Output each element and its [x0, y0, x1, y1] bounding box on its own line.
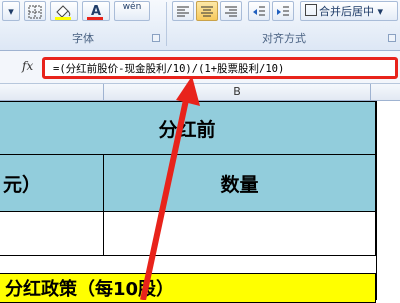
- fill-color-button[interactable]: [50, 1, 78, 21]
- formula-input[interactable]: =(分红前股价-现金股利/10)/(1+股票股利/10): [42, 57, 398, 79]
- align-right-icon: [225, 6, 237, 17]
- underline-dropdown-button[interactable]: ▾: [2, 1, 20, 21]
- alignment-dialog-launcher[interactable]: [388, 34, 396, 42]
- name-box-edge[interactable]: [4, 59, 16, 73]
- policy-merged-cell[interactable]: 分红政策（每10股）: [0, 273, 376, 303]
- align-left-button[interactable]: [172, 1, 194, 21]
- left-column-header-cell[interactable]: 元）: [0, 154, 104, 212]
- policy-label: 分红政策（每10股）: [5, 279, 175, 300]
- fill-bucket-icon: [55, 5, 71, 20]
- data-cell-b[interactable]: [103, 211, 376, 256]
- increase-indent-icon: [277, 6, 289, 16]
- worksheet: 分红前 元） 数量 分红政策（每10股）: [0, 101, 400, 303]
- merge-dropdown-icon: ▾: [377, 5, 384, 18]
- borders-button[interactable]: [24, 1, 46, 21]
- group-separator: [166, 2, 167, 46]
- data-cell-a[interactable]: [0, 211, 104, 256]
- column-header-b[interactable]: B: [103, 84, 371, 100]
- align-left-icon: [177, 6, 189, 17]
- left-partial-label: 元）: [3, 173, 42, 196]
- borders-icon: [28, 5, 42, 19]
- phonetic-glyph: wén: [122, 2, 142, 12]
- quantity-header-cell[interactable]: 数量: [103, 154, 376, 212]
- font-color-swatch: [87, 17, 103, 20]
- align-right-button[interactable]: [220, 1, 242, 21]
- merge-center-button[interactable]: 合并后居中 ▾: [300, 1, 398, 21]
- formula-text: =(分红前股价-现金股利/10)/(1+股票股利/10): [53, 63, 285, 75]
- column-c-edge: [376, 101, 400, 300]
- column-header-row: B: [0, 84, 400, 101]
- decrease-indent-icon: [253, 6, 265, 16]
- ribbon-toolbar-row: ▾ A wén 合并后居中 ▾: [0, 0, 400, 46]
- phonetic-button[interactable]: wén: [114, 1, 150, 21]
- insert-function-icon[interactable]: fx: [22, 59, 33, 73]
- header-merged-cell[interactable]: 分红前: [0, 101, 376, 155]
- header-title: 分红前: [158, 118, 216, 141]
- alignment-group-label: 对齐方式: [262, 32, 306, 45]
- merge-icon: [305, 4, 317, 16]
- align-center-button[interactable]: [196, 1, 218, 21]
- formula-bar: fx =(分红前股价-现金股利/10)/(1+股票股利/10): [0, 51, 400, 84]
- font-color-button[interactable]: A: [82, 1, 110, 21]
- align-center-icon: [201, 6, 213, 17]
- font-group-label: 字体: [72, 32, 94, 45]
- decrease-indent-button[interactable]: [248, 1, 270, 21]
- quantity-label: 数量: [220, 173, 259, 196]
- merge-center-label: 合并后居中: [319, 5, 374, 18]
- font-dialog-launcher[interactable]: [152, 34, 160, 42]
- ribbon: ▾ A wén 合并后居中 ▾ 字体 对齐方式: [0, 0, 400, 51]
- increase-indent-button[interactable]: [272, 1, 294, 21]
